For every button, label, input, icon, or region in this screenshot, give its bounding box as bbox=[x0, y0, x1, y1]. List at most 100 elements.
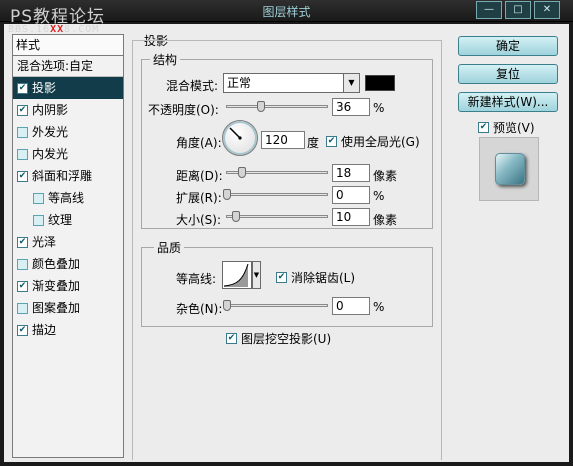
dialog-client-area: 样式 混合选项:自定 投影内阴影外发光内发光斜面和浮雕等高线纹理光泽颜色叠加渐变… bbox=[4, 24, 569, 462]
style-item[interactable]: 光泽 bbox=[13, 231, 123, 253]
antialias-checkbox[interactable]: 消除锯齿(L) bbox=[276, 269, 355, 286]
new-style-button[interactable]: 新建样式(W)... bbox=[458, 92, 558, 112]
global-light-label: 使用全局光(G) bbox=[341, 135, 420, 149]
watermark-url: BBS.16XX8.COM bbox=[8, 24, 99, 35]
watermark-url-highlight: XX bbox=[50, 24, 65, 35]
global-light-checkbox[interactable]: 使用全局光(G) bbox=[326, 133, 420, 150]
checkbox-checked-icon[interactable] bbox=[17, 236, 28, 248]
style-list-header[interactable]: 样式 bbox=[13, 35, 123, 56]
blend-options-label: 混合选项:自定 bbox=[17, 59, 94, 73]
knockout-checkbox[interactable]: 图层挖空投影(U) bbox=[226, 330, 331, 347]
opacity-input[interactable]: 36 bbox=[332, 98, 370, 116]
contour-picker[interactable] bbox=[222, 261, 252, 289]
preview-checkbox[interactable]: 预览(V) bbox=[478, 119, 535, 136]
preview-thumbnail bbox=[479, 137, 539, 201]
blend-mode-select[interactable]: 正常 ▼ bbox=[223, 73, 360, 93]
style-item[interactable]: 内发光 bbox=[13, 143, 123, 165]
spread-label: 扩展(R): bbox=[176, 191, 222, 205]
quality-group-label: 品质 bbox=[154, 239, 185, 256]
antialias-check-icon bbox=[276, 272, 287, 283]
style-item-label: 纹理 bbox=[48, 213, 73, 227]
distance-label: 距离(D): bbox=[176, 169, 223, 183]
checkbox-empty-icon[interactable] bbox=[33, 214, 44, 226]
size-slider-thumb[interactable] bbox=[232, 211, 240, 222]
maximize-button[interactable]: □ bbox=[505, 1, 531, 19]
contour-dropdown-icon[interactable]: ▼ bbox=[252, 261, 261, 289]
style-item-label: 光泽 bbox=[32, 235, 57, 249]
watermark-url-prefix: BBS.16 bbox=[8, 24, 51, 35]
title-bar[interactable]: PS教程论坛 图层样式 — □ ✕ bbox=[0, 0, 573, 27]
checkbox-checked-icon[interactable] bbox=[17, 324, 28, 336]
angle-dial[interactable] bbox=[222, 120, 258, 156]
close-button[interactable]: ✕ bbox=[534, 1, 560, 19]
preview-check-icon bbox=[478, 122, 489, 133]
contour-label: 等高线: bbox=[176, 272, 217, 286]
style-item[interactable]: 投影 bbox=[13, 77, 123, 99]
spread-unit: % bbox=[373, 189, 385, 203]
checkbox-checked-icon[interactable] bbox=[17, 280, 28, 292]
size-value: 10 bbox=[336, 210, 352, 224]
size-input[interactable]: 10 bbox=[332, 208, 370, 226]
spread-slider-thumb[interactable] bbox=[223, 189, 231, 200]
ok-button[interactable]: 确定 bbox=[458, 36, 558, 56]
style-items: 投影内阴影外发光内发光斜面和浮雕等高线纹理光泽颜色叠加渐变叠加图案叠加描边 bbox=[13, 77, 123, 341]
opacity-slider-track[interactable] bbox=[226, 105, 328, 108]
opacity-unit: % bbox=[373, 101, 385, 115]
style-item-label: 渐变叠加 bbox=[32, 279, 81, 293]
angle-unit: 度 bbox=[307, 136, 320, 150]
opacity-value: 36 bbox=[336, 100, 352, 114]
style-item-label: 外发光 bbox=[32, 125, 69, 139]
style-item-label: 内阴影 bbox=[32, 103, 69, 117]
style-item[interactable]: 颜色叠加 bbox=[13, 253, 123, 275]
checkbox-checked-icon[interactable] bbox=[17, 104, 28, 116]
checkbox-empty-icon[interactable] bbox=[17, 148, 28, 160]
preview-swatch bbox=[495, 153, 525, 185]
checkbox-empty-icon[interactable] bbox=[17, 126, 28, 138]
size-slider-track[interactable] bbox=[226, 215, 328, 218]
checkbox-empty-icon[interactable] bbox=[17, 258, 28, 270]
angle-input[interactable]: 120 bbox=[261, 131, 305, 149]
distance-input[interactable]: 18 bbox=[332, 164, 370, 182]
shadow-color-swatch[interactable] bbox=[365, 75, 395, 91]
style-item[interactable]: 图案叠加 bbox=[13, 297, 123, 319]
distance-unit: 像素 bbox=[373, 169, 398, 183]
noise-slider-track[interactable] bbox=[226, 304, 328, 307]
contour-curve-icon bbox=[223, 263, 249, 287]
knockout-label: 图层挖空投影(U) bbox=[241, 332, 332, 346]
size-unit: 像素 bbox=[373, 213, 398, 227]
style-item[interactable]: 等高线 bbox=[13, 187, 123, 209]
checkbox-checked-icon[interactable] bbox=[17, 170, 28, 182]
spread-input[interactable]: 0 bbox=[332, 186, 370, 204]
checkbox-checked-icon[interactable] bbox=[17, 82, 28, 94]
noise-label: 杂色(N): bbox=[176, 302, 223, 316]
knockout-check-icon bbox=[226, 333, 237, 344]
layer-style-dialog: PS教程论坛 图层样式 — □ ✕ 样式 混合选项:自定 投影内阴影外发光内发光… bbox=[0, 0, 573, 466]
checkbox-empty-icon[interactable] bbox=[33, 192, 44, 204]
noise-slider-thumb[interactable] bbox=[223, 300, 231, 311]
spread-value: 0 bbox=[336, 188, 344, 202]
style-item-label: 投影 bbox=[32, 81, 57, 95]
checkbox-empty-icon[interactable] bbox=[17, 302, 28, 314]
blend-mode-value: 正常 bbox=[227, 76, 252, 90]
style-item[interactable]: 斜面和浮雕 bbox=[13, 165, 123, 187]
watermark-url-suffix: 8.COM bbox=[64, 24, 100, 35]
noise-value: 0 bbox=[336, 299, 344, 313]
distance-slider-thumb[interactable] bbox=[238, 167, 246, 178]
style-item-label: 图案叠加 bbox=[32, 301, 81, 315]
style-item[interactable]: 外发光 bbox=[13, 121, 123, 143]
noise-input[interactable]: 0 bbox=[332, 297, 370, 315]
angle-label: 角度(A): bbox=[176, 136, 222, 150]
style-item[interactable]: 渐变叠加 bbox=[13, 275, 123, 297]
style-list-header-label: 样式 bbox=[16, 38, 41, 52]
style-item[interactable]: 纹理 bbox=[13, 209, 123, 231]
spread-slider-track[interactable] bbox=[226, 193, 328, 196]
minimize-button[interactable]: — bbox=[476, 1, 502, 19]
style-item-label: 等高线 bbox=[48, 191, 85, 205]
style-item[interactable]: 内阴影 bbox=[13, 99, 123, 121]
reset-button[interactable]: 复位 bbox=[458, 64, 558, 84]
size-label: 大小(S): bbox=[176, 213, 222, 227]
blend-options-item[interactable]: 混合选项:自定 bbox=[13, 56, 123, 77]
style-item[interactable]: 描边 bbox=[13, 319, 123, 341]
preview-label: 预览(V) bbox=[493, 121, 535, 135]
opacity-slider-thumb[interactable] bbox=[257, 101, 265, 112]
